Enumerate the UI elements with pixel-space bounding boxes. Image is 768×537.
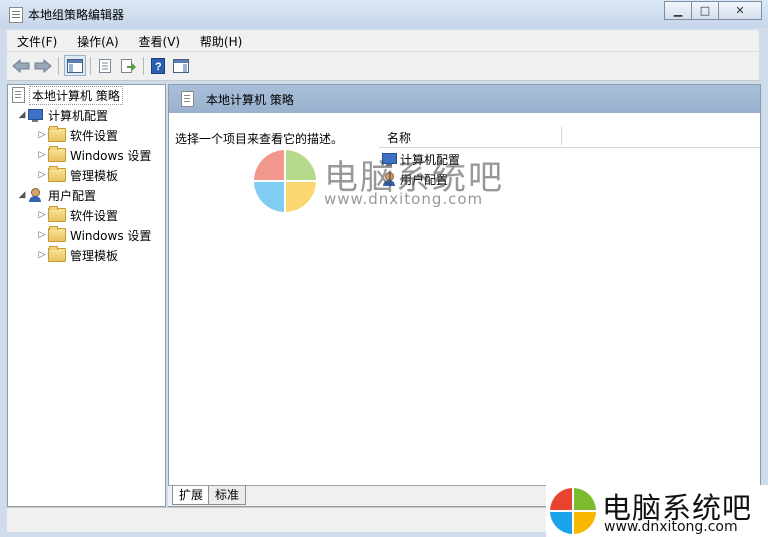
collapsed-arrow-icon[interactable]: ▷ bbox=[36, 250, 48, 260]
close-button[interactable]: ✕ bbox=[718, 1, 762, 20]
details-pane: 本地计算机 策略 选择一个项目来查看它的描述。 名称 计算机配置 用户配置 bbox=[168, 84, 761, 507]
title-bar[interactable]: 本地组策略编辑器 ▁ □ ✕ bbox=[0, 0, 768, 28]
tree-item-user-admin-templates[interactable]: ▷ 管理模板 bbox=[36, 245, 118, 265]
tree-item-user-windows-settings[interactable]: ▷ Windows 设置 bbox=[36, 225, 151, 245]
column-header-label: 名称 bbox=[387, 131, 412, 145]
show-hide-tree-button[interactable] bbox=[64, 55, 86, 76]
folder-icon bbox=[48, 226, 66, 242]
watermark-url: www.dnxitong.com bbox=[324, 190, 484, 208]
details-title: 本地计算机 策略 bbox=[206, 92, 294, 107]
tree-item-label: 软件设置 bbox=[70, 128, 119, 143]
tree-item-admin-templates[interactable]: ▷ 管理模板 bbox=[36, 165, 118, 185]
tree-item-software-settings[interactable]: ▷ 软件设置 bbox=[36, 125, 118, 145]
export-list-button[interactable] bbox=[118, 56, 138, 76]
toolbar: ? bbox=[7, 52, 759, 81]
policy-document-icon bbox=[12, 87, 25, 103]
maximize-icon: □ bbox=[699, 4, 711, 17]
tree-item-label: 本地计算机 策略 bbox=[29, 85, 123, 105]
tree-item-label: 软件设置 bbox=[70, 208, 119, 223]
tree-item-user-config[interactable]: ◢ 用户配置 bbox=[16, 185, 96, 205]
menu-help[interactable]: 帮助(H) bbox=[190, 30, 248, 50]
expand-arrow-icon[interactable]: ◢ bbox=[16, 110, 28, 120]
tree-item-local-policy[interactable]: 本地计算机 策略 bbox=[12, 85, 123, 105]
tree-item-label: 用户配置 bbox=[48, 188, 97, 203]
folder-icon bbox=[48, 126, 66, 142]
menu-action[interactable]: 操作(A) bbox=[67, 30, 125, 50]
close-icon: ✕ bbox=[735, 4, 745, 17]
tab-extended[interactable]: 扩展 bbox=[172, 486, 211, 505]
properties-button[interactable] bbox=[95, 56, 115, 76]
user-icon bbox=[28, 188, 44, 202]
app-window: 本地组策略编辑器 ▁ □ ✕ 文件(F) 操作(A) 查看(V) 帮助(H) ?… bbox=[0, 0, 768, 537]
menu-bar: 文件(F) 操作(A) 查看(V) 帮助(H) bbox=[7, 30, 759, 52]
minimize-icon: ▁ bbox=[673, 4, 683, 17]
watermark-logo-icon bbox=[254, 150, 316, 212]
column-header-name[interactable]: 名称 bbox=[379, 125, 760, 148]
help-icon: ? bbox=[151, 58, 165, 74]
brand-badge: 电脑系统吧 www.dnxitong.com bbox=[546, 485, 768, 537]
maximize-button[interactable]: □ bbox=[691, 1, 719, 20]
item-description: 选择一个项目来查看它的描述。 bbox=[175, 132, 344, 146]
window-title: 本地组策略编辑器 bbox=[28, 8, 125, 22]
tree-item-user-software-settings[interactable]: ▷ 软件设置 bbox=[36, 205, 118, 225]
details-header: 本地计算机 策略 bbox=[169, 85, 760, 113]
collapsed-arrow-icon[interactable]: ▷ bbox=[36, 130, 48, 140]
show-hide-action-pane-icon bbox=[173, 59, 189, 73]
folder-icon bbox=[48, 146, 66, 162]
export-list-icon bbox=[121, 59, 136, 73]
collapsed-arrow-icon[interactable]: ▷ bbox=[36, 170, 48, 180]
menu-view[interactable]: 查看(V) bbox=[129, 30, 187, 50]
help-button[interactable]: ? bbox=[148, 56, 168, 76]
forward-icon bbox=[34, 59, 52, 73]
folder-icon bbox=[48, 246, 66, 262]
brand-logo-icon bbox=[550, 488, 596, 534]
forward-button[interactable] bbox=[33, 56, 53, 76]
tab-standard[interactable]: 标准 bbox=[208, 486, 247, 505]
tree-item-computer-config[interactable]: ◢ 计算机配置 bbox=[16, 105, 108, 125]
svg-text:?: ? bbox=[155, 61, 162, 73]
tree-item-label: 管理模板 bbox=[70, 248, 119, 263]
properties-icon bbox=[99, 59, 111, 73]
back-icon bbox=[12, 59, 30, 73]
tree-item-label: 计算机配置 bbox=[48, 108, 109, 123]
menu-file[interactable]: 文件(F) bbox=[7, 30, 63, 50]
watermark: 电脑系统吧 www.dnxitong.com bbox=[254, 150, 514, 220]
column-divider[interactable] bbox=[561, 127, 562, 145]
folder-icon bbox=[48, 206, 66, 222]
tree-item-label: 管理模板 bbox=[70, 168, 119, 183]
collapsed-arrow-icon[interactable]: ▷ bbox=[36, 150, 48, 160]
console-tree: 本地计算机 策略 ◢ 计算机配置 ▷ 软件设置 ▷ Windows 设置 ▷ 管… bbox=[7, 84, 166, 507]
policy-document-icon bbox=[181, 91, 194, 107]
brand-url: www.dnxitong.com bbox=[604, 519, 738, 535]
minimize-button[interactable]: ▁ bbox=[664, 1, 692, 20]
app-icon bbox=[9, 7, 23, 23]
expand-arrow-icon[interactable]: ◢ bbox=[16, 190, 28, 200]
tree-item-label: Windows 设置 bbox=[70, 148, 152, 163]
show-hide-action-pane-button[interactable] bbox=[171, 56, 191, 76]
folder-icon bbox=[48, 166, 66, 182]
computer-icon bbox=[28, 108, 44, 122]
back-button[interactable] bbox=[11, 56, 31, 76]
collapsed-arrow-icon[interactable]: ▷ bbox=[36, 210, 48, 220]
tree-item-label: Windows 设置 bbox=[70, 228, 152, 243]
tree-item-windows-settings[interactable]: ▷ Windows 设置 bbox=[36, 145, 151, 165]
collapsed-arrow-icon[interactable]: ▷ bbox=[36, 230, 48, 240]
show-hide-tree-icon bbox=[67, 58, 83, 73]
